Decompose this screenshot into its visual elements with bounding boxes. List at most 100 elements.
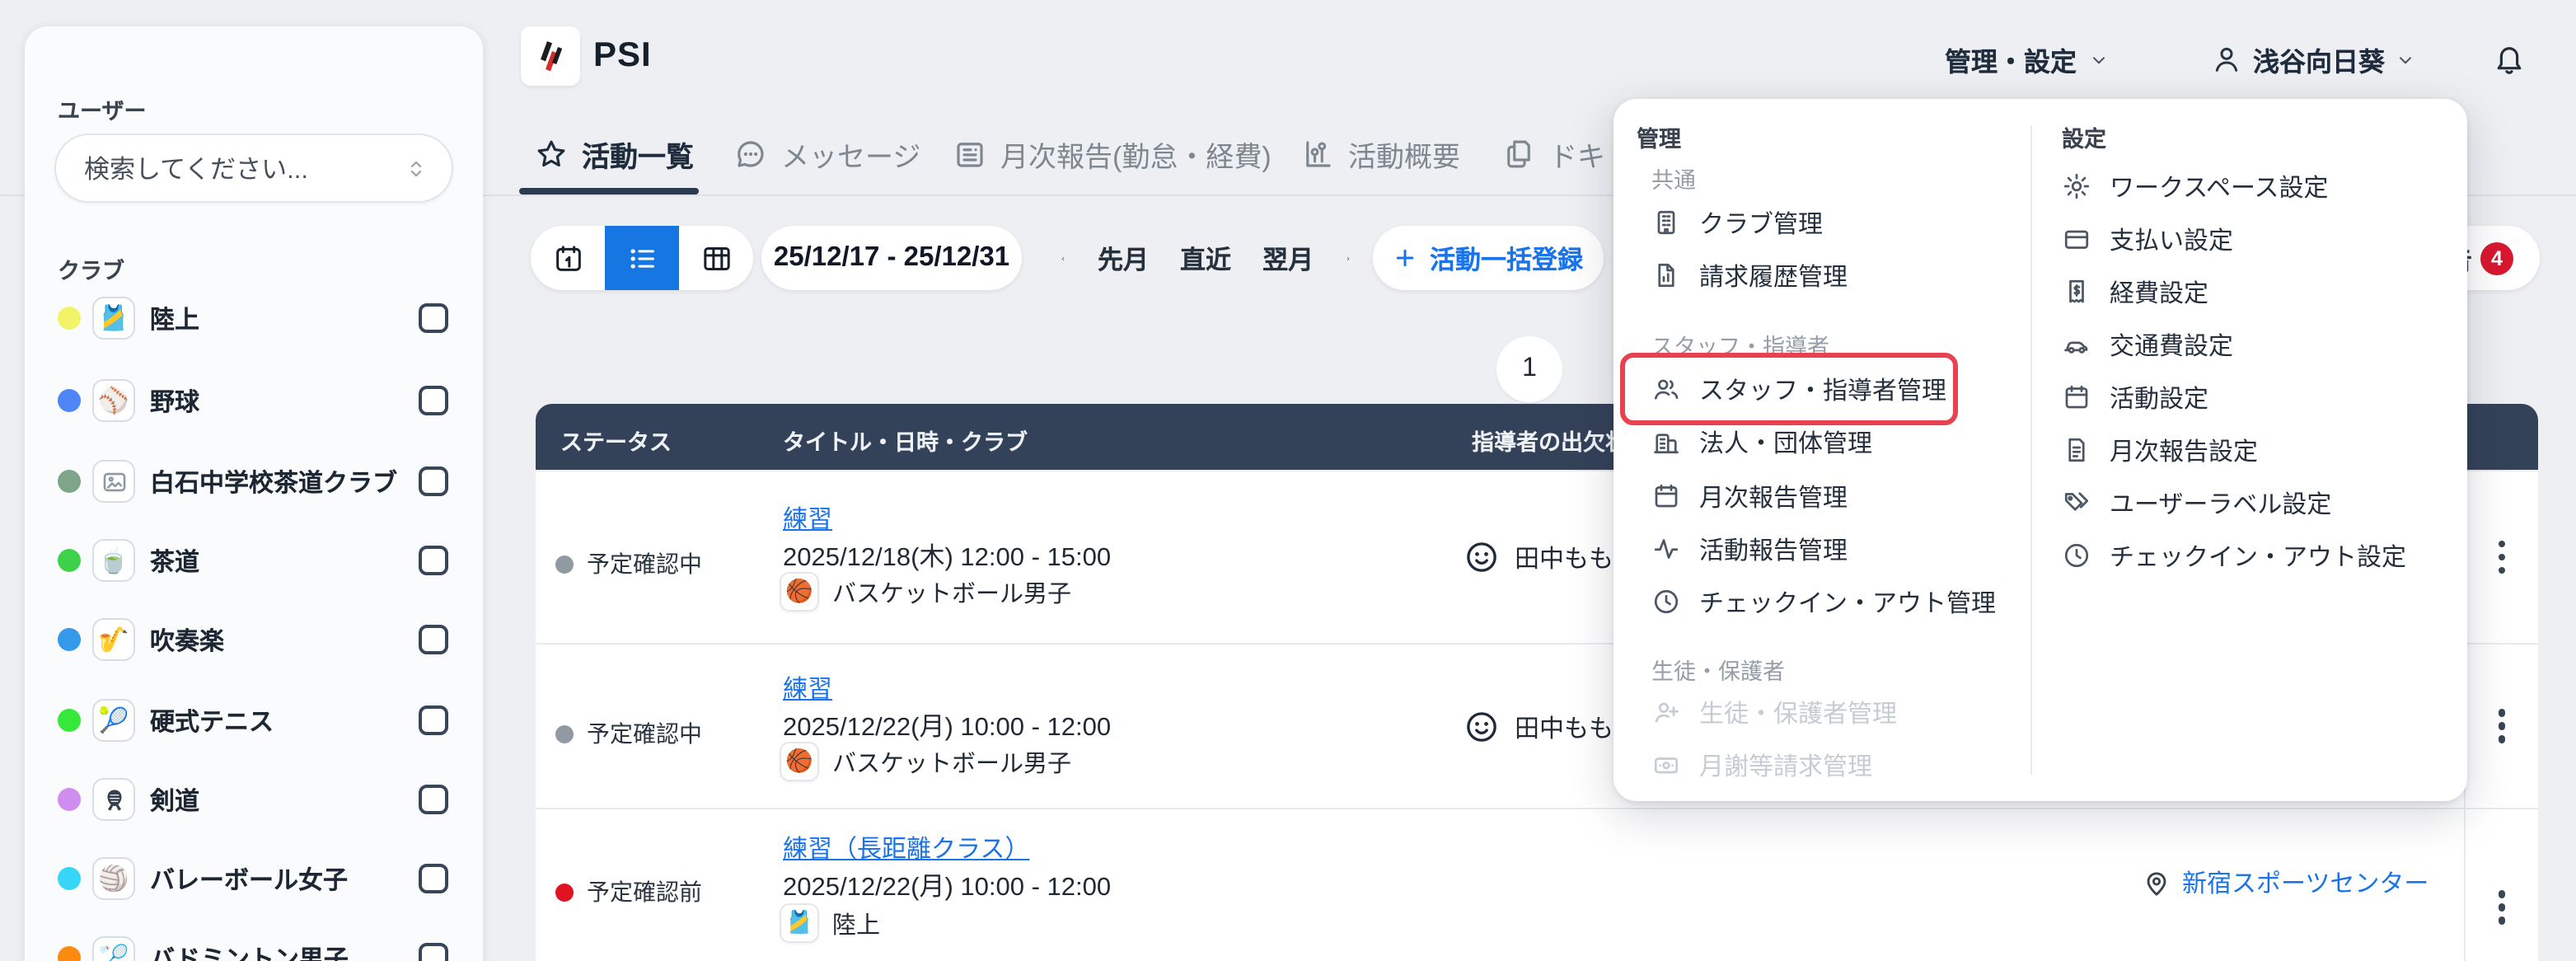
club-name: 陸上 xyxy=(832,906,880,940)
menu-item-billing-history[interactable]: 請求履歴管理 xyxy=(1651,251,1848,300)
building-icon xyxy=(1651,208,1681,237)
tab-documents[interactable]: ドキ xyxy=(1501,132,1605,175)
tab-messages[interactable]: メッセージ xyxy=(733,132,920,175)
calendar-view-button[interactable] xyxy=(531,226,605,290)
instructor-name: 田中もも xyxy=(1515,710,1614,744)
club-item-sado[interactable]: 🍵 茶道 xyxy=(25,521,483,600)
activity-datetime: 2025/12/18(木) 12:00 - 15:00 xyxy=(783,537,1111,574)
status-label: 予定確認中 xyxy=(587,717,702,750)
newspaper-icon xyxy=(953,136,987,171)
kebab-menu-icon[interactable] xyxy=(2485,881,2519,935)
club-color-dot xyxy=(58,470,81,493)
menu-item-corporate-mgmt[interactable]: 法人・団体管理 xyxy=(1651,417,1872,466)
club-item-volleyball[interactable]: 🏐 バレーボール女子 xyxy=(25,839,483,918)
status-cell: 予定確認前 xyxy=(555,875,702,908)
gear-icon xyxy=(2062,171,2091,201)
menu-admin-title: 管理 xyxy=(1637,120,1681,153)
club-checkbox[interactable] xyxy=(419,386,448,415)
basketball-icon: 🏀 xyxy=(780,742,819,781)
tea-icon: 🍵 xyxy=(92,539,135,582)
club-color-dot xyxy=(58,867,81,890)
recent-button[interactable]: 直近 xyxy=(1172,240,1239,276)
bulk-register-button[interactable]: 活動一括登録 xyxy=(1373,226,1604,290)
volleyball-icon: 🏐 xyxy=(92,857,135,900)
next-month-button[interactable]: 翌月 xyxy=(1254,240,1322,276)
tab-label: 活動一覧 xyxy=(582,133,694,174)
table-view-button[interactable] xyxy=(679,226,753,290)
tab-monthly-report[interactable]: 月次報告(勤怠・経費) xyxy=(953,132,1272,175)
active-tab-underline xyxy=(519,188,699,195)
menu-item-activity-settings[interactable]: 活動設定 xyxy=(2062,373,2208,422)
club-checkbox[interactable] xyxy=(419,864,448,893)
chat-bubble-icon xyxy=(733,136,768,171)
menu-item-label: 月次報告設定 xyxy=(2110,433,2258,467)
menu-item-monthly-report-mgmt[interactable]: 月次報告管理 xyxy=(1651,471,1848,521)
smiley-face-icon xyxy=(1464,539,1500,575)
user-menu-button[interactable]: 浅谷向日葵 xyxy=(2210,40,2416,79)
tab-activity-summary[interactable]: 活動概要 xyxy=(1300,132,1460,175)
user-search-select[interactable]: 検索してください... xyxy=(54,134,453,203)
status-label: 予定確認中 xyxy=(587,547,702,580)
club-checkbox[interactable] xyxy=(419,943,448,961)
date-range-button[interactable]: 25/12/17 - 25/12/31 xyxy=(761,226,1022,290)
pagination-page-1[interactable]: 1 xyxy=(1496,336,1562,402)
view-switcher xyxy=(531,226,753,290)
club-item-rikujo[interactable]: 🎽 陸上 xyxy=(25,279,483,358)
club-checkbox[interactable] xyxy=(419,303,448,333)
payment-card-icon xyxy=(1651,750,1681,780)
menu-item-label: チェックイン・アウト管理 xyxy=(1699,584,1996,619)
clock-icon xyxy=(1651,587,1681,616)
tab-label: ドキ xyxy=(1549,133,1605,174)
admin-settings-label: 管理・設定 xyxy=(1945,40,2077,79)
menu-item-payment-settings[interactable]: 支払い設定 xyxy=(2062,214,2233,264)
club-item-shiraishi[interactable]: 白石中学校茶道クラブ xyxy=(25,442,483,521)
menu-item-user-label-settings[interactable]: ユーザーラベル設定 xyxy=(2062,478,2331,527)
image-placeholder-icon xyxy=(92,460,135,503)
menu-item-monthly-report-settings[interactable]: 月次報告設定 xyxy=(2062,425,2258,475)
menu-item-label: 活動報告管理 xyxy=(1699,532,1848,566)
tab-activities[interactable]: 活動一覧 xyxy=(534,132,694,175)
club-checkbox[interactable] xyxy=(419,785,448,814)
menu-item-label: 経費設定 xyxy=(2110,274,2208,309)
activity-club: 🏀 バスケットボール男子 xyxy=(780,572,1071,612)
menu-item-checkin-mgmt[interactable]: チェックイン・アウト管理 xyxy=(1651,577,1996,626)
users-icon xyxy=(1651,374,1681,404)
club-item-yakyu[interactable]: ⚾ 野球 xyxy=(25,361,483,440)
kendo-mask-icon xyxy=(92,778,135,821)
admin-settings-menu-button[interactable]: 管理・設定 xyxy=(1945,40,2110,79)
basketball-icon: 🏀 xyxy=(780,572,819,612)
menu-item-transport-settings[interactable]: 交通費設定 xyxy=(2062,320,2233,369)
menu-item-expense-settings[interactable]: 経費設定 xyxy=(2062,267,2208,316)
club-checkbox[interactable] xyxy=(419,466,448,496)
club-checkbox[interactable] xyxy=(419,706,448,735)
club-item-kendo[interactable]: 剣道 xyxy=(25,760,483,839)
club-item-tennis[interactable]: 🎾 硬式テニス xyxy=(25,681,483,760)
club-checkbox[interactable] xyxy=(419,546,448,575)
club-item-suisogaku[interactable]: 🎷 吹奏楽 xyxy=(25,600,483,679)
chevron-right-icon[interactable] xyxy=(1337,246,1360,270)
list-view-button[interactable] xyxy=(605,226,679,290)
prev-month-button[interactable]: 先月 xyxy=(1089,240,1157,276)
chevron-left-icon[interactable] xyxy=(1051,246,1075,270)
menu-item-workspace-settings[interactable]: ワークスペース設定 xyxy=(2062,162,2329,211)
activity-title-link[interactable]: 練習 xyxy=(783,671,832,706)
notifications-bell-icon[interactable] xyxy=(2492,41,2527,76)
activity-title-link[interactable]: 練習（長距離クラス） xyxy=(783,831,1029,865)
menu-item-staff-mgmt[interactable]: スタッフ・指導者管理 xyxy=(1651,364,1946,414)
club-checkbox[interactable] xyxy=(419,625,448,654)
club-item-badminton[interactable]: 🏸 バドミントン男子 xyxy=(25,918,483,961)
kebab-menu-icon[interactable] xyxy=(2485,700,2519,753)
menu-item-club-mgmt[interactable]: クラブ管理 xyxy=(1651,198,1823,247)
menu-item-activity-report-mgmt[interactable]: 活動報告管理 xyxy=(1651,524,1848,574)
club-color-dot xyxy=(58,946,81,961)
activity-location-link[interactable]: 新宿スポーツセンター xyxy=(2141,865,2428,900)
menu-item-label: 月謝等請求管理 xyxy=(1699,748,1872,782)
menu-item-student-mgmt: 生徒・保護者管理 xyxy=(1651,687,1897,737)
activity-club: 🎽 陸上 xyxy=(780,903,880,943)
bulk-register-label: 活動一括登録 xyxy=(1430,240,1583,276)
status-dot xyxy=(555,883,574,901)
kebab-menu-icon[interactable] xyxy=(2485,531,2519,584)
row-menu-cell xyxy=(2464,809,2538,961)
activity-title-link[interactable]: 練習 xyxy=(783,501,832,536)
menu-item-checkin-settings[interactable]: チェックイン・アウト設定 xyxy=(2062,531,2406,580)
